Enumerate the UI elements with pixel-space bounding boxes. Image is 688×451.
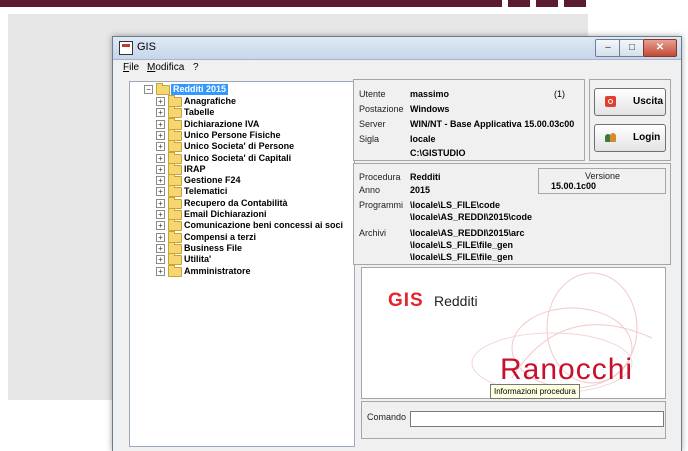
anno-value: 2015	[410, 185, 431, 195]
programmi-path: \locale\LS_FILE\code	[410, 200, 501, 210]
expand-icon[interactable]: +	[156, 97, 165, 106]
expand-icon[interactable]: +	[156, 232, 165, 242]
user-info-panel: Utente massimo (1) Postazione Windows Se…	[353, 79, 585, 161]
gis-logo: GIS	[388, 290, 424, 311]
anno-label: Anno	[359, 185, 381, 195]
archivi-path: \locale\AS_REDDI\2015\arc	[410, 228, 525, 238]
archivi-path: \locale\LS_FILE\file_gen	[410, 240, 514, 250]
menu-help[interactable]: ?	[193, 62, 199, 73]
procedure-tree[interactable]: − Redditi 2015 + Anagrafiche + Tabelle + Dich…	[129, 81, 355, 447]
product-logo-panel: GIS Redditi Ranocchi	[361, 267, 666, 399]
expand-icon[interactable]: +	[156, 130, 165, 140]
install-path: C:\GISTUDIO	[410, 148, 466, 158]
expand-icon[interactable]: +	[156, 119, 165, 129]
tree-item-label: Unico Societa' di Capitali	[184, 152, 292, 163]
expand-icon[interactable]: +	[156, 108, 165, 118]
utente-id: (1)	[554, 89, 565, 99]
archivi-path: \locale\LS_FILE\file_gen	[410, 252, 514, 262]
sigla-label: Sigla	[359, 134, 380, 144]
tree-item-label: Telematici	[184, 186, 228, 197]
tree-item-label: Compensi a terzi	[184, 231, 257, 242]
folder-icon	[168, 264, 182, 277]
tree-item-label: Email Dichiarazioni	[184, 209, 267, 219]
expand-icon[interactable]: +	[156, 153, 165, 163]
top-banner-box	[536, 0, 558, 7]
collapse-icon[interactable]: −	[144, 85, 153, 94]
top-banner	[0, 0, 502, 7]
tree-item-label: Unico Societa' di Persone	[184, 141, 295, 152]
expand-icon[interactable]: +	[156, 187, 165, 197]
expand-icon[interactable]: +	[156, 243, 165, 253]
utente-value: massimo	[410, 89, 450, 99]
exit-icon	[605, 96, 616, 107]
tree-item-label: Dichiarazione IVA	[184, 118, 260, 129]
procedure-panel: Procedura Redditi Anno 2015 Versione 15.…	[353, 163, 671, 265]
expand-icon[interactable]: +	[156, 255, 165, 265]
expand-icon[interactable]: +	[156, 221, 165, 231]
programmi-path: \locale\AS_REDDI\2015\code	[410, 212, 533, 222]
command-input[interactable]	[410, 411, 664, 427]
command-label: Comando	[367, 412, 407, 422]
exit-button[interactable]: Uscita	[594, 88, 666, 116]
actions-panel: Uscita Login	[589, 79, 671, 161]
postazione-label: Postazione	[359, 104, 404, 114]
postazione-value: Windows	[410, 104, 450, 114]
tree-item-label: Business File	[184, 242, 243, 253]
tree-item-label: Amministratore	[184, 265, 251, 276]
versione-label: Versione	[585, 171, 621, 181]
login-button[interactable]: Login	[594, 124, 666, 152]
versione-value: 15.00.1c00	[551, 181, 597, 191]
menu-modifica[interactable]: Modifica	[147, 62, 184, 73]
sigla-value: locale	[410, 134, 436, 144]
procedura-label: Procedura	[359, 172, 401, 182]
menu-file[interactable]: File	[123, 62, 139, 73]
expand-icon[interactable]: +	[156, 164, 165, 174]
tree-item-label: Tabelle	[184, 107, 215, 118]
brand-logo: Ranocchi	[500, 353, 634, 386]
product-name: Redditi	[434, 293, 478, 309]
folder-open-icon	[156, 83, 170, 95]
minimize-button[interactable]: –	[595, 39, 621, 57]
command-panel: Comando	[361, 401, 666, 439]
expand-icon[interactable]: +	[156, 142, 165, 152]
tree-item-label: Anagrafiche	[184, 96, 237, 106]
tooltip: Informazioni procedura	[490, 384, 580, 399]
window-title: GIS	[137, 41, 156, 53]
gis-window: GIS – □ ✕ File Modifica ? − Redditi 2015…	[112, 36, 682, 451]
app-icon	[119, 41, 133, 55]
title-bar[interactable]: GIS – □ ✕	[113, 37, 681, 60]
expand-icon[interactable]: +	[156, 210, 165, 219]
tree-item-label: Unico Persone Fisiche	[184, 129, 281, 140]
server-label: Server	[359, 119, 386, 129]
tree-item-label: IRAP	[184, 163, 206, 174]
tree-item-label: Comunicazione beni concessi ai soci	[184, 220, 344, 231]
programmi-label: Programmi	[359, 200, 404, 210]
top-banner-box	[508, 0, 530, 7]
top-banner-box	[564, 0, 586, 7]
version-box: Versione 15.00.1c00	[538, 168, 666, 194]
expand-icon[interactable]: +	[156, 198, 165, 208]
tree-item-label: Gestione F24	[184, 175, 241, 186]
archivi-label: Archivi	[359, 228, 387, 238]
expand-icon[interactable]: +	[156, 176, 165, 186]
server-value: WIN/NT - Base Applicativa 15.00.03c00	[410, 119, 575, 129]
tree-root-label: Redditi 2015	[171, 84, 229, 95]
menu-bar: File Modifica ?	[113, 60, 681, 76]
procedura-value: Redditi	[410, 172, 441, 182]
expand-icon[interactable]: +	[156, 266, 165, 276]
utente-label: Utente	[359, 89, 386, 99]
maximize-button[interactable]: □	[619, 39, 645, 57]
tree-item-label: Utilita'	[184, 254, 212, 265]
users-icon	[605, 132, 616, 143]
close-button[interactable]: ✕	[643, 39, 677, 57]
tree-item-label: Recupero da Contabilità	[184, 197, 288, 208]
